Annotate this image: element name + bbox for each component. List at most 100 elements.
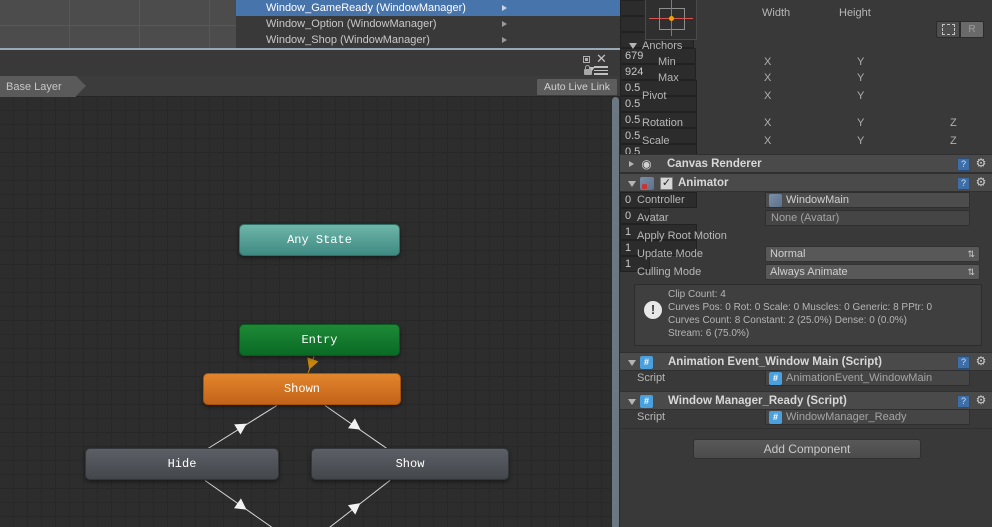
blueprint-raw-toggle-group[interactable]: R — [936, 21, 984, 38]
script-foldout-icon[interactable] — [628, 360, 636, 366]
script-reference-value: WindowManager_Ready — [786, 411, 907, 423]
warning-icon: ! — [644, 301, 662, 319]
rot-z-axis-label: Z — [950, 117, 957, 129]
animation-event-window-main-header[interactable]: # Animation Event_Window Main (Script) ?… — [620, 352, 992, 371]
auto-live-link-button[interactable]: Auto Live Link — [537, 79, 617, 95]
add-component-label: Add Component — [763, 442, 851, 456]
hierarchy-panel: Window_GameReady (WindowManager) Window_… — [236, 0, 620, 48]
transition-arrow-entry-to-shown[interactable] — [303, 357, 319, 372]
expand-arrow-icon[interactable] — [502, 36, 507, 43]
script-field-label: Script — [637, 411, 666, 423]
hierarchy-item-window-option[interactable]: Window_Option (WindowManager) — [236, 16, 620, 32]
gear-icon[interactable]: ⚙ — [974, 394, 988, 408]
script-reference-field[interactable]: # AnimationEvent_WindowMain — [765, 370, 970, 386]
anchors-min-label: Min — [658, 56, 676, 68]
controller-field[interactable]: WindowMain — [765, 192, 970, 208]
add-component-button[interactable]: Add Component — [693, 439, 921, 459]
gear-icon[interactable]: ⚙ — [974, 176, 988, 190]
window-manager-ready-header[interactable]: # Window Manager_Ready (Script) ? ⚙ — [620, 391, 992, 410]
csharp-script-icon: # — [640, 356, 653, 369]
scale-label: Scale — [642, 135, 670, 147]
animator-enabled-checkbox[interactable]: ✓ — [660, 177, 673, 190]
state-node-label: Entry — [301, 333, 338, 347]
culling-mode-dropdown[interactable]: Always Animate ⇅ — [765, 264, 980, 280]
animator-state-machine-canvas[interactable]: Any StateEntryShownHideShowHidden — [0, 97, 620, 527]
animator-info-text: Clip Count: 4 Curves Pos: 0 Rot: 0 Scale… — [668, 288, 977, 340]
script-reference-value: AnimationEvent_WindowMain — [786, 372, 933, 384]
min-y-axis-label: Y — [857, 56, 865, 68]
transition-arrow-hide-to-hidden[interactable] — [234, 497, 250, 515]
culling-mode-label: Culling Mode — [637, 266, 702, 278]
state-node-entry[interactable]: Entry — [239, 324, 400, 356]
scale-z-axis-label: Z — [950, 135, 957, 147]
scale-x-axis-label: X — [764, 135, 772, 147]
width-label: Width — [762, 7, 791, 19]
animator-vertical-scrollbar[interactable] — [611, 97, 620, 527]
script-reference-field[interactable]: # WindowManager_Ready — [765, 409, 970, 425]
eye-icon: ◉ — [641, 157, 652, 171]
csharp-script-icon: # — [640, 395, 653, 408]
hierarchy-item-window-shop[interactable]: Window_Shop (WindowManager) — [236, 32, 620, 48]
state-node-any_state[interactable]: Any State — [239, 224, 400, 256]
hamburger-menu-icon[interactable] — [589, 66, 608, 75]
info-line-3: Stream: 6 (75.0%) — [668, 328, 750, 339]
info-line-0: Clip Count: 4 — [668, 289, 726, 300]
anchors-foldout-icon[interactable] — [629, 43, 637, 49]
expand-arrow-icon[interactable] — [502, 4, 507, 11]
csharp-script-icon: # — [769, 371, 782, 385]
canvas-renderer-title: Canvas Renderer — [667, 158, 762, 170]
anchor-preset-widget[interactable] — [645, 0, 697, 40]
avatar-field[interactable]: None (Avatar) — [765, 210, 970, 226]
close-icon[interactable]: ✕ — [596, 52, 607, 65]
hierarchy-item-label: Window_GameReady (WindowManager) — [266, 2, 466, 14]
culling-mode-value: Always Animate — [770, 266, 848, 278]
state-node-hide[interactable]: Hide — [85, 448, 279, 480]
pivot-label: Pivot — [642, 90, 667, 102]
raw-mode-button[interactable]: R — [960, 21, 984, 38]
animator-toolbar: Base Layer Auto Live Link — [0, 76, 620, 97]
help-icon[interactable]: ? — [957, 395, 970, 408]
script-component-title: Animation Event_Window Main (Script) — [668, 356, 882, 368]
state-node-shown[interactable]: Shown — [203, 373, 401, 405]
gear-icon[interactable]: ⚙ — [974, 157, 988, 171]
state-node-show[interactable]: Show — [311, 448, 509, 480]
scrollbar-thumb[interactable] — [612, 97, 619, 527]
unity-editor-window: Window_GameReady (WindowManager) Window_… — [0, 0, 992, 527]
pivot-x-axis-label: X — [764, 90, 772, 102]
rot-y-axis-label: Y — [857, 117, 865, 129]
animator-component-header[interactable]: ✓ Animator ? ⚙ — [620, 173, 992, 192]
update-mode-label: Update Mode — [637, 248, 704, 260]
update-mode-value: Normal — [770, 248, 806, 260]
avatar-label: Avatar — [637, 212, 669, 224]
expand-arrow-icon[interactable] — [502, 20, 507, 27]
breadcrumb-label: Base Layer — [6, 80, 62, 93]
help-icon[interactable]: ? — [957, 158, 970, 171]
controller-label: Controller — [637, 194, 685, 206]
apply-root-motion-label: Apply Root Motion — [637, 230, 727, 242]
transition-arrow-hide-to-shown[interactable] — [234, 418, 250, 435]
gear-icon[interactable]: ⚙ — [974, 355, 988, 369]
animator-window: ✕ Base Layer Auto Live Link Any State Ent… — [0, 48, 620, 527]
script-foldout-icon[interactable] — [628, 399, 636, 405]
hierarchy-item-label: Window_Shop (WindowManager) — [266, 34, 430, 46]
rotation-label: Rotation — [642, 117, 683, 129]
breadcrumb-base-layer[interactable]: Base Layer — [0, 76, 86, 97]
script-field-label: Script — [637, 372, 666, 384]
animator-foldout-icon[interactable] — [628, 181, 636, 187]
blueprint-mode-button[interactable] — [936, 21, 960, 38]
hierarchy-item-window-gameready[interactable]: Window_GameReady (WindowManager) — [236, 0, 620, 16]
canvas-renderer-header[interactable]: ◉ Canvas Renderer ? ⚙ — [620, 154, 992, 173]
maximize-icon[interactable] — [583, 56, 590, 63]
state-node-label: Hide — [167, 457, 197, 471]
animator-component-title: Animator — [678, 177, 729, 189]
help-icon[interactable]: ? — [957, 177, 970, 190]
help-icon[interactable]: ? — [957, 356, 970, 369]
update-mode-dropdown[interactable]: Normal ⇅ — [765, 246, 980, 262]
rot-x-axis-label: X — [764, 117, 772, 129]
canvas-renderer-foldout-icon[interactable] — [629, 161, 634, 167]
rect-transform-section: middle Width Height 679 924 R Anchors Mi… — [620, 0, 992, 272]
background-grid — [0, 0, 236, 48]
auto-live-link-label: Auto Live Link — [544, 81, 610, 93]
info-line-1: Curves Pos: 0 Rot: 0 Scale: 0 Muscles: 0… — [668, 302, 932, 313]
state-node-label: Show — [395, 457, 425, 471]
